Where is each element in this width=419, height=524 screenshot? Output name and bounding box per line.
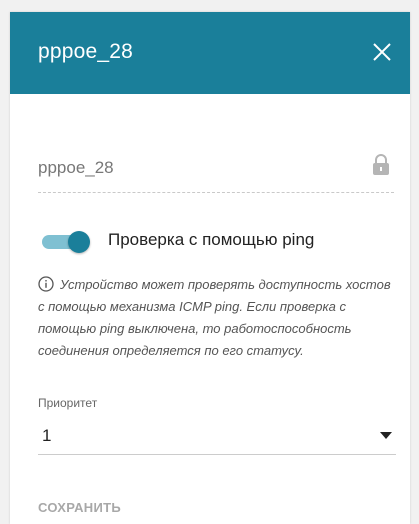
ping-check-label: Проверка с помощью ping	[108, 230, 315, 249]
panel-title: pppoe_28	[38, 40, 134, 63]
toggle-knob	[68, 231, 90, 253]
save-button[interactable]: СОХРАНИТЬ	[38, 500, 121, 515]
panel-header: pppoe_28	[10, 12, 410, 94]
ping-check-toggle[interactable]	[40, 231, 92, 253]
close-icon	[373, 43, 391, 61]
chevron-down-icon	[380, 432, 392, 439]
connection-name-field: pppoe_28	[38, 148, 394, 193]
page-background: pppoe_28 pppoe_28 Проверка с помощью pin…	[0, 0, 419, 524]
close-button[interactable]	[370, 40, 394, 64]
connection-name-value: pppoe_28	[38, 158, 114, 177]
lock-icon	[373, 154, 389, 175]
priority-select[interactable]: 1	[38, 416, 396, 455]
connection-settings-panel: pppoe_28 pppoe_28 Проверка с помощью pin…	[10, 12, 410, 524]
ping-info-text: Устройство может проверять доступность х…	[38, 277, 391, 358]
priority-label: Приоритет	[38, 396, 98, 410]
priority-value: 1	[42, 426, 52, 445]
